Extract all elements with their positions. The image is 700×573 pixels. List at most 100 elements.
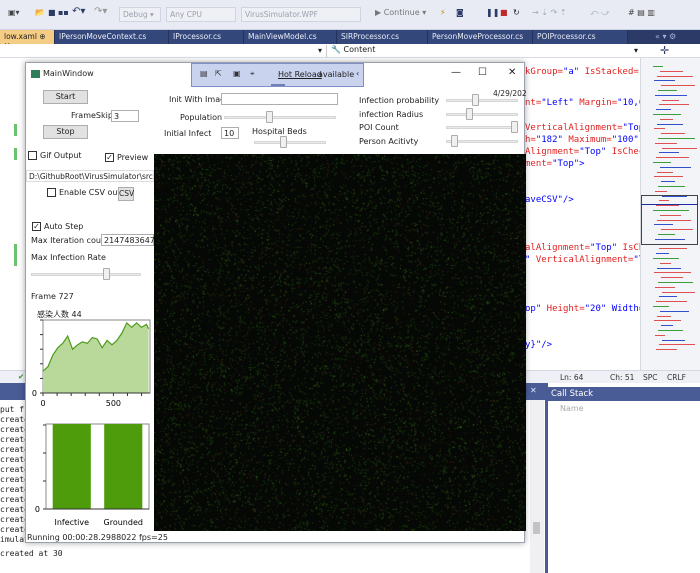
save-icon[interactable]: ■ (48, 8, 56, 17)
enable-csv-checkbox[interactable] (47, 188, 56, 197)
code-token: VerticalAlignment= (536, 255, 634, 265)
restart-icon[interactable]: ↻ (513, 8, 520, 17)
whitespace-mode[interactable]: SPC (643, 373, 658, 382)
pause-icon[interactable]: ❚❚ (486, 8, 499, 17)
code-token: op" (525, 304, 541, 314)
dropdown-arrow-icon[interactable]: ▾ (634, 46, 638, 55)
preview-checkbox[interactable]: ✓ (105, 153, 114, 162)
redo-icon[interactable]: ↷▾ (94, 6, 107, 17)
slider-thumb[interactable] (103, 268, 110, 280)
live-tree-icon[interactable]: ▤ (200, 69, 208, 78)
frameskip-input[interactable]: 3 (111, 110, 139, 122)
tab-personmoveprocessor[interactable]: PersonMoveProcessor.cs (428, 30, 533, 44)
platform-select[interactable]: Any CPU (166, 7, 236, 22)
code-line: op" Height="20" Width=" (525, 304, 650, 314)
init-image-input[interactable] (221, 93, 338, 105)
save-all-icon[interactable]: ▪▪ (58, 8, 69, 17)
column-header-name[interactable]: Name (560, 404, 584, 413)
minimap-line (657, 124, 683, 125)
code-token: "Top" (579, 147, 606, 157)
code-token: h= (525, 135, 536, 145)
undo-icon[interactable]: ↶▾ (72, 6, 85, 17)
main-window: MainWindow ▤ ⇱ ▣ ⌖ Hot Reload available … (25, 62, 525, 543)
tab-overflow-icon[interactable]: « ▾ ⚙ (655, 32, 676, 41)
minimap-line (653, 66, 663, 67)
population-slider[interactable] (224, 116, 336, 119)
minimap-line (659, 344, 695, 345)
minimap-line (653, 162, 671, 163)
maximize-button[interactable]: ☐ (478, 67, 487, 78)
new-item-icon[interactable]: ▣▾ (8, 8, 20, 17)
initial-infect-label: Initial Infect (164, 129, 211, 138)
open-icon[interactable]: 📂 (35, 8, 45, 17)
stop-button[interactable]: Stop (43, 125, 88, 139)
drag-handle[interactable] (271, 84, 285, 86)
slider-thumb[interactable] (466, 108, 473, 120)
column-number: Ch: 51 (610, 373, 634, 382)
output-path-input[interactable]: D:\GithubRoot\VirusSimulator\src (26, 170, 154, 182)
slider-thumb[interactable] (511, 121, 518, 133)
slider-thumb[interactable] (266, 111, 273, 123)
csv-button[interactable]: CSV (118, 187, 134, 201)
param-slider[interactable] (446, 99, 518, 102)
minimize-button[interactable]: — (451, 67, 461, 78)
tab-iprocessor[interactable]: IProcessor.cs (169, 30, 244, 44)
dropdown-arrow-icon[interactable]: ▾ (318, 46, 322, 55)
track-focus-icon[interactable]: ⌖ (250, 69, 255, 79)
slider-thumb[interactable] (280, 136, 287, 148)
split-icon[interactable]: ✛ (660, 44, 669, 57)
population-label: Population (180, 113, 222, 122)
minimap-line (654, 320, 681, 321)
minimap-line (661, 181, 675, 182)
screenshot-icon[interactable]: ◙ (456, 8, 464, 17)
close-icon[interactable]: ✕ (530, 386, 537, 395)
tab-sirprocessor[interactable]: SIRProcessor.cs (337, 30, 428, 44)
param-slider[interactable] (446, 113, 518, 116)
slider-thumb[interactable] (451, 135, 458, 147)
output-scrollbar[interactable] (530, 400, 544, 573)
tab-poiprocessor[interactable]: POIProcessor.cs (533, 30, 628, 44)
code-token: " (525, 255, 536, 265)
minimap-line (658, 138, 695, 139)
slider-thumb[interactable] (472, 94, 479, 106)
tab-mainviewmodel[interactable]: MainViewModel.cs (244, 30, 337, 44)
bookmark-icons[interactable]: ⤺ ⤻ (590, 8, 610, 18)
hospital-beds-label: Hospital Beds (252, 127, 307, 136)
auto-step-checkbox[interactable]: ✓ (32, 222, 41, 231)
minimap-line (653, 114, 681, 115)
minimap-line (656, 109, 671, 110)
max-infection-rate-label: Max Infection Rate (31, 253, 106, 262)
close-button[interactable]: ✕ (508, 67, 516, 78)
scrollbar-thumb[interactable] (533, 522, 540, 534)
code-line: VerticalAlignment="Top" (525, 123, 650, 133)
hospital-beds-slider[interactable] (254, 141, 326, 144)
start-button[interactable]: Start (43, 90, 88, 104)
hot-reload-link[interactable]: Hot Reload (278, 70, 322, 79)
continue-button[interactable]: ▶ Continue ▾ (375, 8, 426, 17)
max-iteration-input[interactable]: 2147483647 (101, 234, 154, 246)
max-infection-rate-slider[interactable] (31, 273, 141, 276)
adorner-icon[interactable]: ▣ (233, 69, 241, 78)
select-element-icon[interactable]: ⇱ (215, 69, 222, 78)
minimap-viewport[interactable] (641, 195, 698, 245)
line-endings[interactable]: CRLF (667, 373, 686, 382)
step-icons[interactable]: → ⇣ ↷ ⇡ (532, 8, 566, 17)
simulation-canvas[interactable] (154, 154, 526, 531)
stop-icon[interactable]: ■ (500, 8, 508, 17)
config-select[interactable]: Debug ▾ (119, 7, 161, 22)
collapse-icon[interactable]: ‹ (356, 69, 359, 78)
member-dropdown[interactable]: 🔧 Content (326, 45, 641, 57)
gif-output-checkbox[interactable] (28, 151, 37, 160)
initial-infect-input[interactable]: 10 (221, 127, 239, 139)
minimap-line (654, 80, 675, 81)
minimap-line (653, 306, 669, 307)
date-text: 4/29/202 (493, 89, 527, 98)
tab-ipersonmovecontext[interactable]: IPersonMoveContext.cs (55, 30, 169, 44)
y-tick-label: 0 (35, 505, 40, 514)
param-slider[interactable] (446, 126, 518, 129)
hot-reload-icon[interactable]: ⚡ (440, 8, 446, 17)
format-icons[interactable]: # ▤ ▥ (628, 8, 655, 17)
pin-icon[interactable]: ⊕ (39, 32, 45, 41)
tab-mainwindow-xaml[interactable]: low.xaml ⊕ ✕ (0, 30, 55, 44)
startup-select[interactable]: VirusSimulator.WPF (241, 7, 361, 22)
